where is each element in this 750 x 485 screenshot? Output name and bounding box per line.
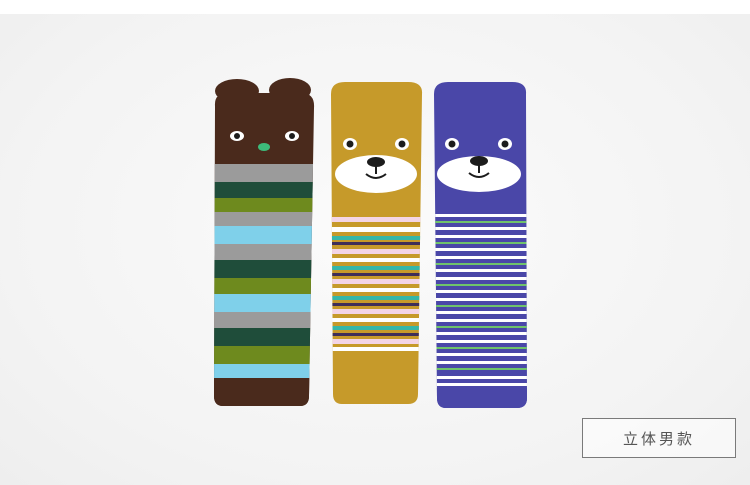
product-style-text: 立体男款: [622, 429, 695, 448]
leg-warmers-illustration: [214, 78, 527, 408]
product-photo: [0, 14, 750, 485]
product-style-label: 立体男款: [582, 418, 736, 458]
nose: [367, 157, 385, 167]
yellow-bear-leg-warmer: [331, 82, 423, 404]
blue-bear-leg-warmer: [434, 82, 527, 408]
brown-bear-leg-warmer: [214, 78, 315, 406]
nose: [258, 143, 270, 151]
nose: [470, 156, 488, 166]
